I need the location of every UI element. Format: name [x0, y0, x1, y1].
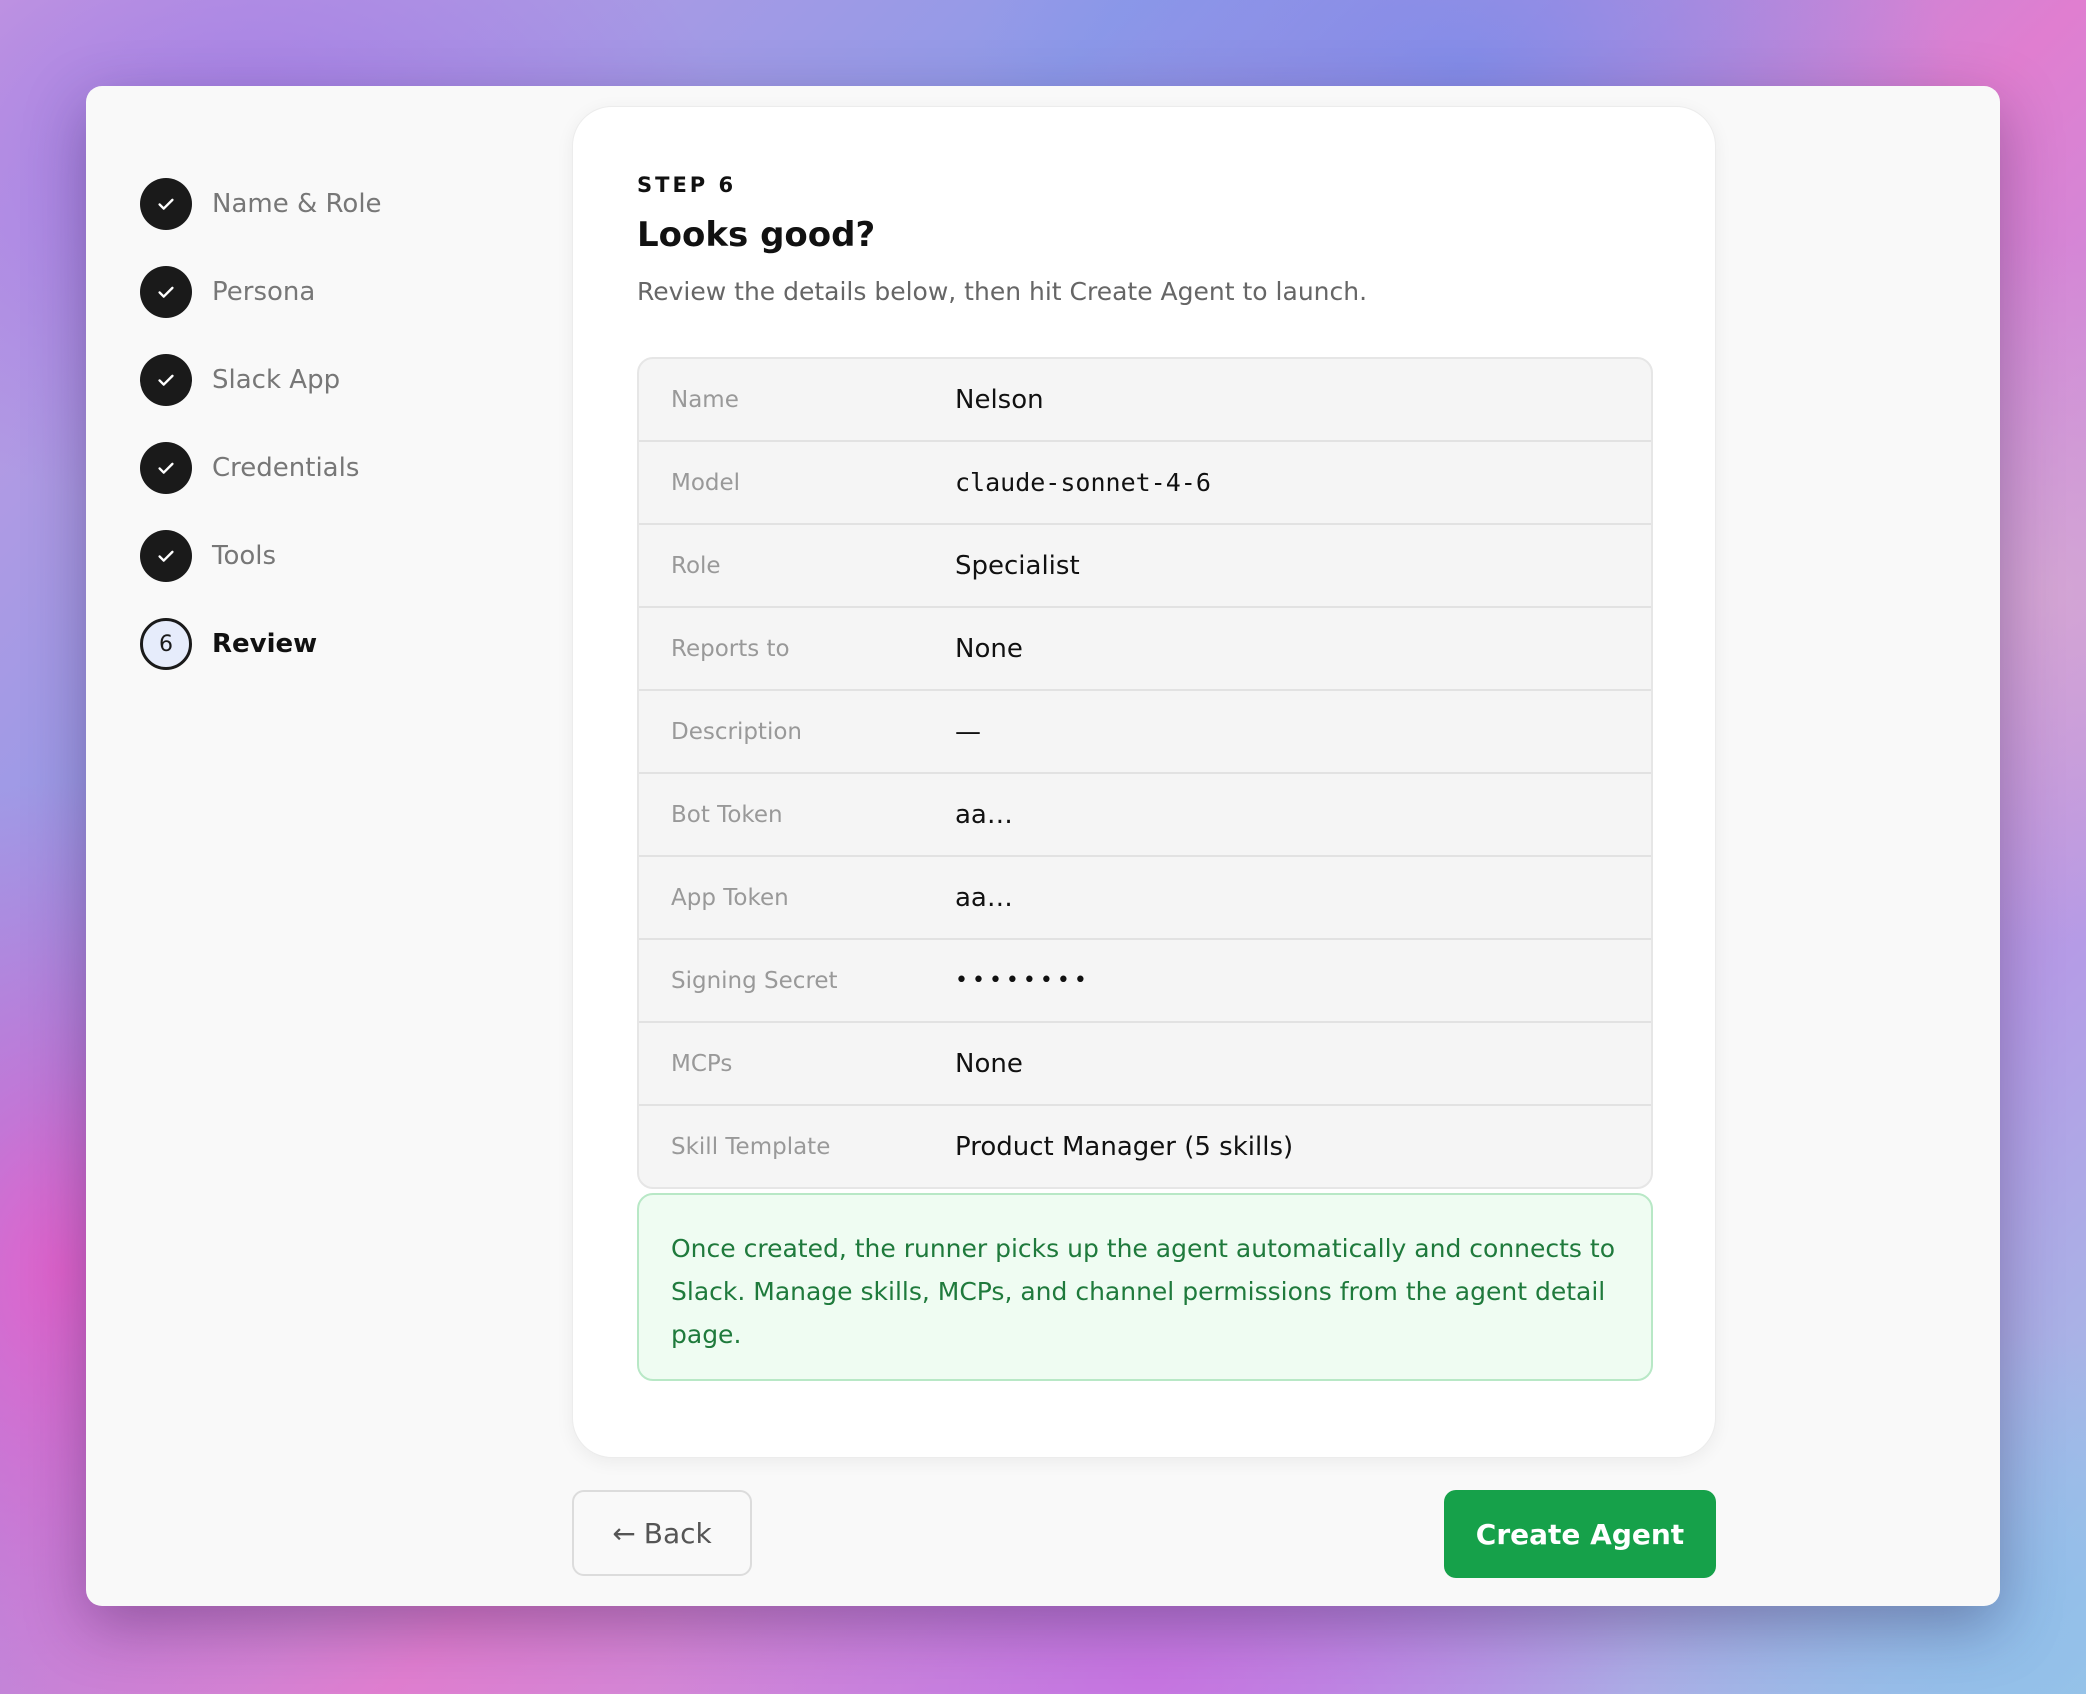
row-value: aa… [955, 882, 1013, 913]
review-card: STEP 6 Looks good? Review the details be… [572, 106, 1716, 1458]
row-value: •••••••• [955, 968, 1091, 993]
row-label: Signing Secret [671, 967, 838, 994]
review-row-reports-to: Reports to None [639, 608, 1651, 691]
step-number-badge: 6 [140, 618, 192, 670]
row-label: Name [671, 386, 739, 413]
row-label: Role [671, 552, 721, 579]
step-label: Credentials [212, 453, 360, 483]
step-label: Tools [212, 541, 277, 571]
row-label: MCPs [671, 1050, 733, 1077]
check-icon [140, 442, 192, 494]
row-value: — [955, 716, 981, 747]
step-eyebrow: STEP 6 [637, 173, 737, 197]
back-button[interactable]: ← Back [572, 1490, 752, 1576]
row-value: Nelson [955, 384, 1044, 415]
check-icon [140, 178, 192, 230]
row-value: Product Manager (5 skills) [955, 1131, 1294, 1162]
step-name-and-role[interactable]: Name & Role [140, 178, 540, 230]
check-icon [140, 266, 192, 318]
review-row-signing-secret: Signing Secret •••••••• [639, 940, 1651, 1023]
step-credentials[interactable]: Credentials [140, 442, 540, 494]
info-callout: Once created, the runner picks up the ag… [637, 1193, 1653, 1381]
step-tools[interactable]: Tools [140, 530, 540, 582]
review-row-mcps: MCPs None [639, 1023, 1651, 1106]
review-row-description: Description — [639, 691, 1651, 774]
create-agent-button[interactable]: Create Agent [1444, 1490, 1716, 1578]
review-row-app-token: App Token aa… [639, 857, 1651, 940]
row-value: claude-sonnet-4-6 [955, 468, 1211, 497]
step-label: Review [212, 629, 318, 659]
wizard-window: Name & Role Persona Slack App Credential… [86, 86, 2000, 1606]
step-label: Slack App [212, 365, 341, 395]
arrow-left-icon: ← [612, 1516, 636, 1550]
step-review[interactable]: 6 Review [140, 618, 540, 670]
back-button-label: Back [643, 1516, 712, 1550]
row-value: aa… [955, 799, 1013, 830]
review-row-bot-token: Bot Token aa… [639, 774, 1651, 857]
step-label: Persona [212, 277, 316, 307]
review-row-model: Model claude-sonnet-4-6 [639, 442, 1651, 525]
review-table: Name Nelson Model claude-sonnet-4-6 Role… [637, 357, 1653, 1189]
review-row-skill-template: Skill Template Product Manager (5 skills… [639, 1106, 1651, 1187]
step-slack-app[interactable]: Slack App [140, 354, 540, 406]
page-title: Looks good? [637, 215, 876, 255]
step-persona[interactable]: Persona [140, 266, 540, 318]
row-label: Description [671, 718, 802, 745]
row-label: App Token [671, 884, 789, 911]
stepper: Name & Role Persona Slack App Credential… [140, 178, 540, 706]
row-label: Bot Token [671, 801, 783, 828]
row-value: Specialist [955, 550, 1080, 581]
check-icon [140, 530, 192, 582]
row-label: Skill Template [671, 1133, 831, 1160]
row-label: Model [671, 469, 741, 496]
step-label: Name & Role [212, 189, 382, 219]
row-value: None [955, 633, 1023, 664]
review-row-name: Name Nelson [639, 359, 1651, 442]
review-row-role: Role Specialist [639, 525, 1651, 608]
row-label: Reports to [671, 635, 790, 662]
page-subtitle: Review the details below, then hit Creat… [637, 277, 1368, 306]
check-icon [140, 354, 192, 406]
row-value: None [955, 1048, 1023, 1079]
